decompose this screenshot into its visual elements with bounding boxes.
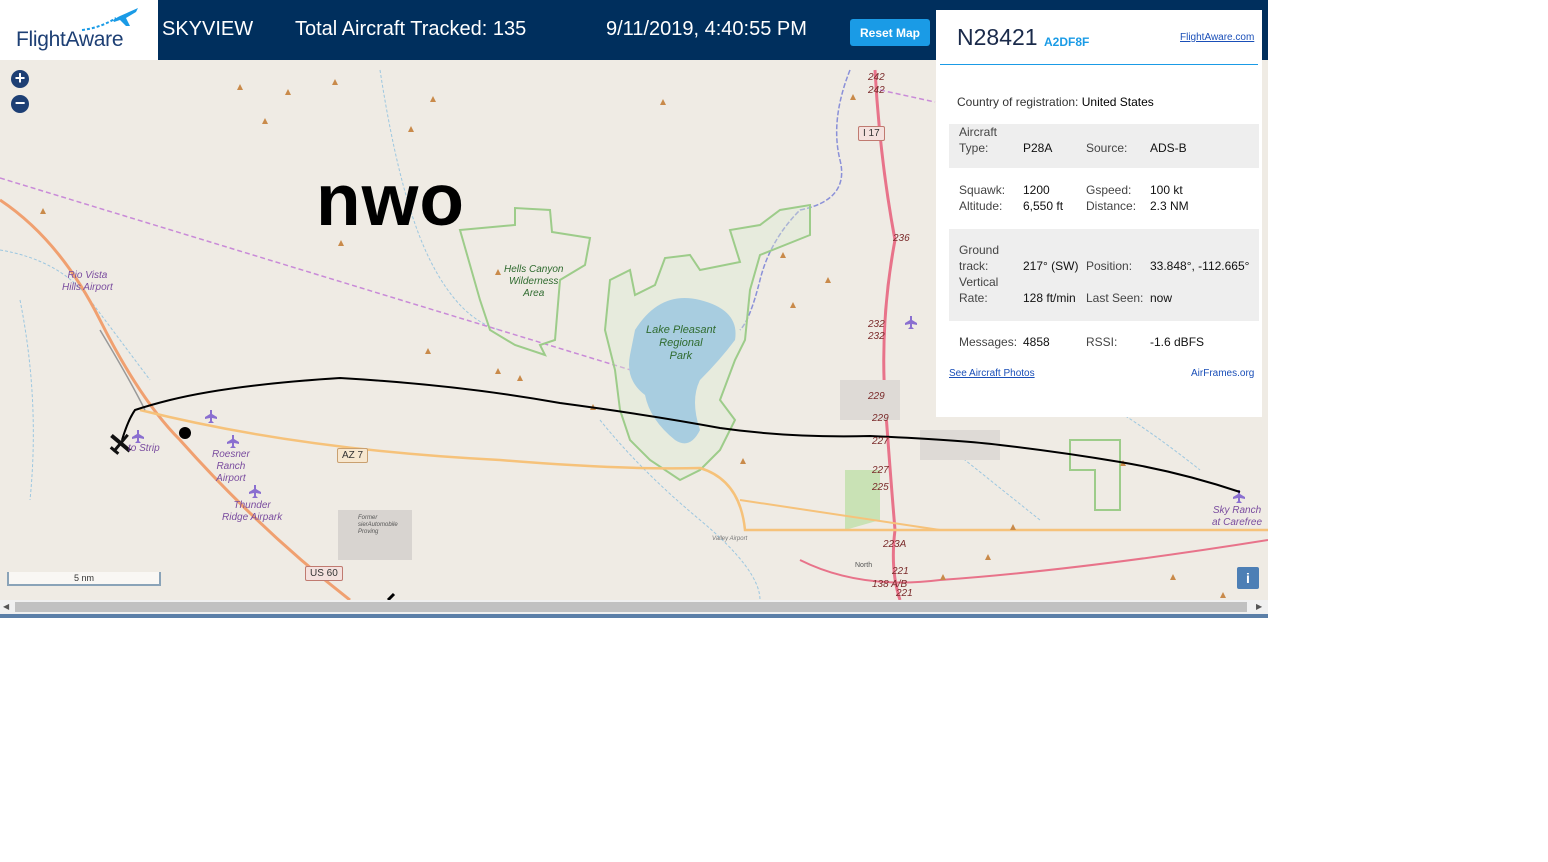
- scrollbar-thumb[interactable]: [15, 602, 1247, 612]
- squawk-value: 1200: [1023, 183, 1050, 197]
- mile-marker: 232: [868, 319, 885, 330]
- messages-value: 4858: [1023, 335, 1050, 349]
- flightaware-logo[interactable]: FlightAware: [0, 0, 158, 60]
- source-value: ADS-B: [1150, 141, 1187, 155]
- mile-marker: 242: [868, 85, 885, 96]
- ground-track-label: Ground track:: [959, 243, 1000, 273]
- vertical-rate-label: Vertical Rate:: [959, 275, 999, 305]
- map-label-north: North: [855, 562, 873, 569]
- info-group-type-source: Aircraft Type: P28A Source: ADS-B: [949, 124, 1259, 168]
- aircraft-hex-code: A2DF8F: [1044, 35, 1090, 49]
- park-label-hells-canyon: Hells Canyon Wilderness Area: [504, 264, 564, 299]
- country-label: Country of registration:: [957, 95, 1079, 109]
- current-datetime: 9/11/2019, 4:40:55 PM: [606, 18, 807, 40]
- panel-divider: [940, 64, 1258, 65]
- vertical-rate-value: 128 ft/min: [1023, 291, 1076, 305]
- receiver-location-dot: [179, 427, 191, 439]
- mile-marker: 138 A/B: [872, 579, 908, 590]
- messages-label: Messages:: [959, 335, 1018, 349]
- airport-label-roesner: Roesner Ranch Airport: [212, 449, 250, 484]
- position-label: Position:: [1086, 259, 1133, 273]
- aircraft-tail-number: N28421: [957, 24, 1038, 50]
- mile-marker: 223A: [883, 539, 907, 550]
- source-label: Source:: [1086, 141, 1128, 155]
- mile-marker: 221: [892, 566, 909, 577]
- gspeed-label: Gspeed:: [1086, 183, 1132, 197]
- last-seen-label: Last Seen:: [1086, 291, 1144, 305]
- bottom-border: [0, 614, 1268, 618]
- aircraft-type-value: P28A: [1023, 141, 1053, 155]
- airport-label-sky-ranch: Sky Ranch at Carefree: [1212, 505, 1263, 528]
- river-path: [739, 69, 851, 331]
- ground-track-value: 217° (SW): [1023, 259, 1079, 273]
- park-label-lake-pleasant: Lake Pleasant Regional Park: [646, 324, 716, 362]
- rail-line: [99, 329, 146, 411]
- airport-label-rio-vista: Rio Vista Hills Airport: [62, 270, 113, 293]
- urban-area-2: [920, 430, 1000, 460]
- scroll-left-icon[interactable]: ◀: [3, 602, 9, 611]
- road-shield-az: AZ 7: [337, 448, 369, 463]
- altitude-label: Altitude:: [959, 199, 1003, 213]
- country-of-registration: Country of registration: United States: [957, 95, 1154, 109]
- logo-text: FlightAware: [16, 28, 124, 51]
- position-value: 33.848°, -112.665°: [1150, 259, 1250, 273]
- road-shield-us60: US 60: [305, 566, 343, 581]
- boundary-line-2: [879, 89, 936, 103]
- park-boundary-east: [1069, 439, 1121, 511]
- info-group-squawk-speed: Squawk: 1200 Gspeed: 100 kt Altitude: 6,…: [949, 182, 1259, 218]
- map-scale-bar: 5 nm: [7, 572, 161, 586]
- total-aircraft-tracked: Total Aircraft Tracked: 135: [295, 18, 527, 40]
- mile-marker: 229: [872, 413, 889, 424]
- secondary-road: [739, 499, 941, 531]
- aircraft-info-panel: N28421 A2DF8F FlightAware.com Country of…: [936, 10, 1262, 417]
- us-60-road: [0, 198, 351, 600]
- scroll-right-icon[interactable]: ▶: [1256, 602, 1262, 611]
- mile-marker: 227: [872, 465, 889, 476]
- zoom-in-button[interactable]: +: [11, 69, 29, 88]
- airframes-link[interactable]: AirFrames.org: [1191, 368, 1254, 379]
- altitude-value: 6,550 ft: [1023, 199, 1064, 213]
- horizontal-scrollbar[interactable]: ◀ ▶: [0, 600, 1268, 614]
- distance-value: 2.3 NM: [1150, 199, 1189, 213]
- map-info-button[interactable]: i: [1237, 567, 1259, 589]
- mile-marker: 227: [872, 436, 889, 447]
- info-group-track-position: Ground track: 217° (SW) Position: 33.848…: [949, 229, 1259, 321]
- mile-marker: 229: [868, 391, 885, 402]
- country-value: United States: [1081, 95, 1154, 109]
- airport-label-thunder-ridge: Thunder Ridge Airpark: [222, 500, 283, 523]
- rssi-label: RSSI:: [1086, 335, 1118, 349]
- rssi-value: -1.6 dBFS: [1150, 335, 1205, 349]
- airport-label-strip: to Strip: [128, 443, 160, 454]
- aircraft-type-label: Aircraft Type:: [959, 125, 998, 155]
- last-seen-value: now: [1150, 291, 1173, 305]
- reset-map-button[interactable]: Reset Map: [850, 19, 930, 46]
- gspeed-value: 100 kt: [1150, 183, 1183, 197]
- map-label-valley-airport: Valley Airport: [712, 536, 748, 542]
- map-overlay-text: nwo: [316, 160, 465, 241]
- see-aircraft-photos-link[interactable]: See Aircraft Photos: [949, 368, 1035, 379]
- mile-marker: 242: [868, 72, 885, 83]
- distance-label: Distance:: [1086, 199, 1137, 213]
- mile-marker: 232: [868, 331, 885, 342]
- app-name: SKYVIEW: [162, 18, 254, 40]
- mile-marker: 236: [893, 233, 910, 244]
- zoom-out-button[interactable]: −: [11, 94, 29, 113]
- mile-marker: 225: [872, 482, 889, 493]
- flightaware-link[interactable]: FlightAware.com: [1180, 32, 1254, 43]
- squawk-label: Squawk:: [959, 183, 1006, 197]
- info-group-messages-rssi: Messages: 4858 RSSI: -1.6 dBFS: [949, 334, 1259, 354]
- map-label-former-proving: Former sierAutomobile Proving: [358, 515, 398, 535]
- road-shield-i17: I 17: [858, 126, 885, 141]
- skyview-app: FlightAware SKYVIEW Total Aircraft Track…: [0, 0, 1268, 619]
